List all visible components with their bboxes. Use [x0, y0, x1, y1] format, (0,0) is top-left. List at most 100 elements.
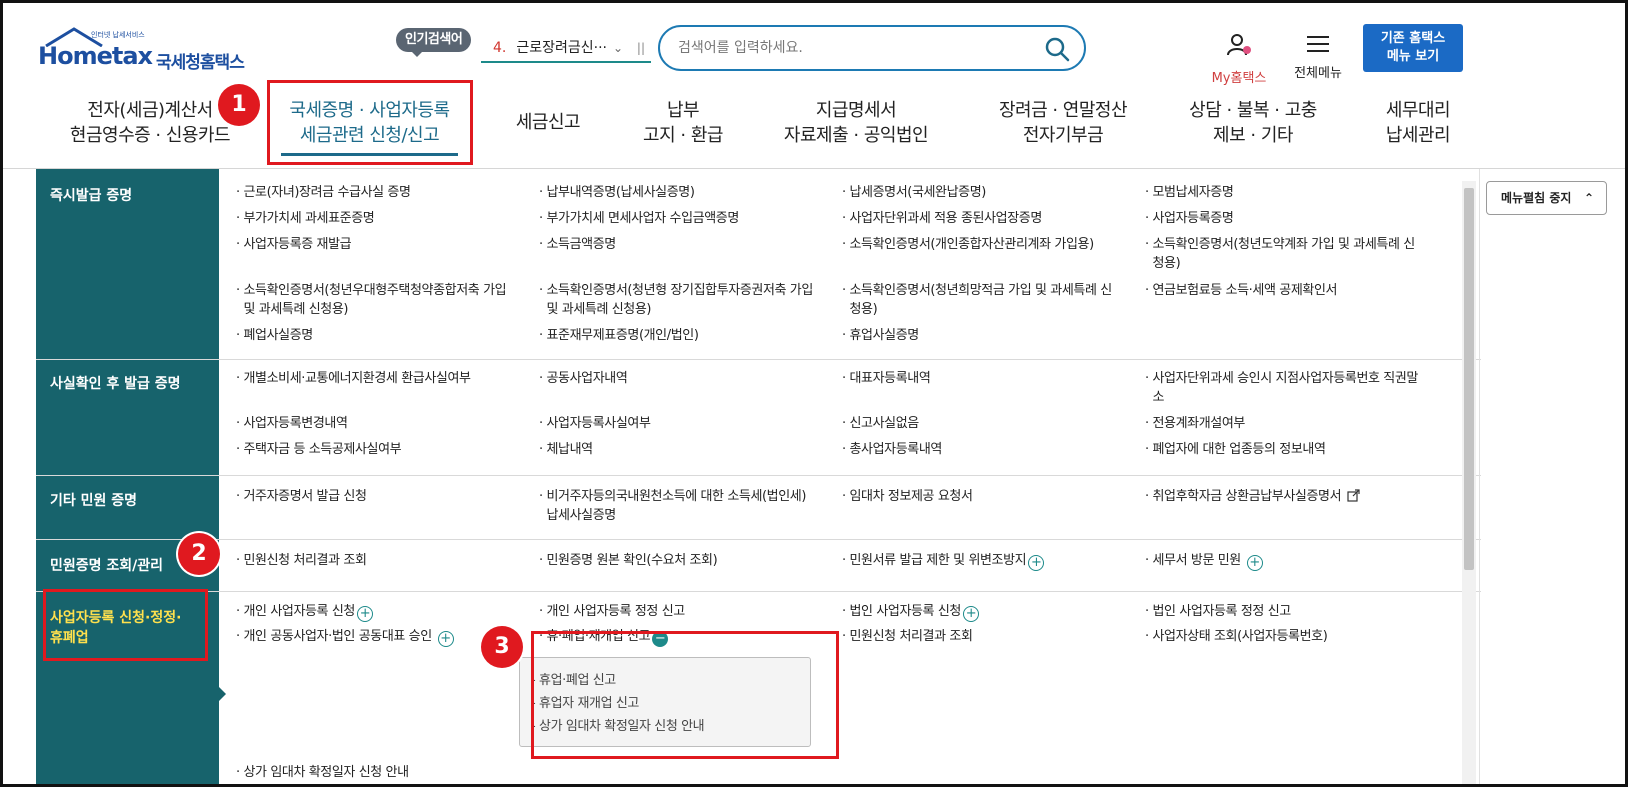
category-instant-issue[interactable]: 즉시발급 증명: [50, 186, 132, 206]
expand-plus-icon[interactable]: +: [1028, 555, 1045, 571]
old-btn-line2: 메뉴 보기: [1386, 49, 1440, 64]
nav-line: 고지 · 환급: [643, 125, 723, 146]
callout-3: 3: [481, 626, 523, 668]
menu-link[interactable]: · 휴업사실증명: [842, 326, 919, 345]
nav-line: 장려금 · 연말정산: [998, 100, 1128, 121]
menu-link[interactable]: · 부가가치세 면세사업자 수입금액증명: [539, 209, 739, 228]
menu-link[interactable]: · 민원증명 원본 확인(수요처 조회): [539, 551, 718, 570]
menu-link[interactable]: · 개인 공동사업자·법인 공동대표 승인 +: [236, 627, 454, 647]
menu-link[interactable]: · 공동사업자내역: [539, 369, 628, 388]
menu-link[interactable]: · 사업자단위과세 승인시 지점사업자등록번호 직권말 소: [1145, 369, 1418, 407]
expand-plus-icon[interactable]: +: [356, 606, 373, 622]
menu-link[interactable]: · 사업자등록사실여부: [539, 414, 651, 433]
popular-search-term[interactable]: 4. 근로장려금신··· ⌄ ||: [481, 33, 651, 63]
search-input[interactable]: [678, 37, 1038, 59]
menu-link[interactable]: · 취업후학자금 상환금납부사실증명서: [1145, 487, 1360, 506]
menu-link[interactable]: · 거주자증명서 발급 신청: [236, 487, 367, 506]
nav-line: 지급명세서: [815, 100, 897, 121]
nav-line: 세무대리: [1385, 100, 1451, 121]
user-icon: [1227, 34, 1251, 56]
menu-link[interactable]: · 신고사실없음: [842, 414, 919, 433]
nav-tax-filing[interactable]: 세금신고: [498, 110, 598, 135]
menu-link[interactable]: · 민원서류 발급 제한 및 위변조방지 +: [842, 551, 1045, 571]
old-btn-line1: 기존 홈택스: [1380, 31, 1446, 46]
chevron-down-icon[interactable]: ⌄: [613, 33, 623, 63]
nav-line: 납부: [666, 100, 700, 121]
menu-link[interactable]: · 법인 사업자등록 정정 신고: [1145, 602, 1291, 621]
nav-tax-agent[interactable]: 세무대리 납세관리: [1373, 98, 1463, 148]
menu-link[interactable]: · 사업자단위과세 적용 종된사업장증명: [842, 209, 1042, 228]
window-frame: 인터넷 납세서비스 Hometax 국세청홈택스 인기검색어 4. 근로장려금신·…: [0, 0, 1628, 787]
menu-expand-stop-button[interactable]: 메뉴펼침 중지 ⌃: [1486, 181, 1607, 215]
scrollbar-thumb[interactable]: [1464, 188, 1474, 570]
menu-link[interactable]: · 민원신청 처리결과 조회: [842, 627, 973, 646]
menu-link[interactable]: · 주택자금 등 소득공제사실여부: [236, 440, 402, 459]
search-icon[interactable]: [1044, 36, 1070, 62]
nav-payment[interactable]: 납부 고지 · 환급: [628, 98, 738, 148]
row-divider: [36, 359, 1481, 360]
menu-link[interactable]: · 민원신청 처리결과 조회: [236, 551, 367, 570]
hamburger-icon: [1307, 36, 1329, 52]
menu-link[interactable]: · 납부내역증명(납세사실증명): [539, 183, 695, 202]
menu-link[interactable]: · 소득확인증명서(개인종합자산관리계좌 가입용): [842, 235, 1094, 254]
category-confirm-issue[interactable]: 사실확인 후 발급 증명: [50, 374, 181, 394]
chevron-up-icon: ⌃: [1583, 191, 1594, 205]
logo-wordmark: Hometax: [38, 42, 153, 70]
menu-link[interactable]: · 모범납세자증명: [1145, 183, 1234, 202]
active-category-pointer: [219, 687, 226, 701]
category-sidebar: [36, 169, 219, 784]
menu-link[interactable]: · 부가가치세 과세표준증명: [236, 209, 375, 228]
menu-link[interactable]: · 소득확인증명서(청년희망적금 가입 및 과세특례 신 청용): [842, 281, 1112, 319]
menu-link[interactable]: · 폐업사실증명: [236, 326, 313, 345]
menu-link[interactable]: · 근로(자녀)장려금 수급사실 증명: [236, 183, 411, 202]
menu-link[interactable]: · 폐업자에 대한 업종등의 정보내역: [1145, 440, 1326, 459]
menu-link[interactable]: · 소득확인증명서(청년도약계좌 가입 및 과세특례 신 청용): [1145, 235, 1415, 273]
nav-line: 상담 · 불복 · 고충: [1189, 100, 1317, 121]
expand-plus-icon[interactable]: +: [1246, 555, 1263, 571]
highlight-box-submenu: [531, 631, 839, 759]
menu-link[interactable]: · 소득확인증명서(청년우대형주택청약종합저축 가입 및 과세특례 신청용): [236, 281, 507, 319]
menu-link[interactable]: · 개별소비세·교통에너지환경세 환급사실여부: [236, 369, 471, 388]
menu-link[interactable]: · 사업자등록변경내역: [236, 414, 348, 433]
menu-link[interactable]: · 체납내역: [539, 440, 593, 459]
my-hometax-label: My홈택스: [1211, 71, 1267, 86]
all-menu-button[interactable]: 전체메뉴: [1290, 36, 1346, 81]
my-hometax-button[interactable]: My홈택스: [1206, 33, 1272, 86]
nav-e-invoice[interactable]: 전자(세금)계산서 현금영수증 · 신용카드: [60, 98, 240, 148]
search-box: [658, 25, 1086, 71]
pause-icon[interactable]: ||: [637, 33, 645, 63]
external-link-icon: [1347, 489, 1360, 502]
nav-consultation[interactable]: 상담 · 불복 · 고충 제보 · 기타: [1173, 98, 1333, 148]
menu-link[interactable]: · 개인 사업자등록 정정 신고: [539, 602, 685, 621]
menu-link[interactable]: · 납세증명서(국세완납증명): [842, 183, 986, 202]
menu-link[interactable]: · 소득금액증명: [539, 235, 616, 254]
expand-plus-icon[interactable]: +: [962, 606, 979, 622]
expand-plus-icon[interactable]: +: [437, 631, 454, 647]
nav-incentive[interactable]: 장려금 · 연말정산 전자기부금: [983, 98, 1143, 148]
nav-line: 전자(세금)계산서: [87, 100, 213, 121]
menu-link[interactable]: · 비거주자등의국내원천소득에 대한 소득세(법인세) 납세사실증명: [539, 487, 806, 525]
menu-link[interactable]: · 대표자등록내역: [842, 369, 931, 388]
category-civil-inquiry[interactable]: 민원증명 조회/관리: [50, 556, 163, 576]
menu-link[interactable]: · 소득확인증명서(청년형 장기집합투자증권저축 가입 및 과세특례 신청용): [539, 281, 813, 319]
menu-link[interactable]: · 사업자등록증명: [1145, 209, 1234, 228]
highlight-box-category: [43, 589, 208, 661]
menu-link[interactable]: · 개인 사업자등록 신청 +: [236, 602, 373, 622]
hometax-logo[interactable]: 인터넷 납세서비스 Hometax 국세청홈택스: [38, 27, 253, 77]
callout-2: 2: [178, 533, 220, 575]
menu-link[interactable]: · 법인 사업자등록 신청 +: [842, 602, 979, 622]
menu-link[interactable]: · 상가 임대차 확정일자 신청 안내: [236, 763, 409, 782]
menu-link[interactable]: · 사업자상태 조회(사업자등록번호): [1145, 627, 1328, 646]
row-divider: [36, 591, 1481, 592]
nav-payment-statement[interactable]: 지급명세서 자료제출 · 공익법인: [771, 98, 941, 148]
menu-link[interactable]: · 세무서 방문 민원 +: [1145, 551, 1263, 571]
menu-link[interactable]: · 사업자등록증 재발급: [236, 235, 352, 254]
menu-link[interactable]: · 임대차 정보제공 요청서: [842, 487, 973, 506]
old-hometax-menu-button[interactable]: 기존 홈택스 메뉴 보기: [1363, 24, 1463, 72]
menu-link[interactable]: · 표준재무제표증명(개인/법인): [539, 326, 699, 345]
menu-link[interactable]: · 총사업자등록내역: [842, 440, 942, 459]
category-other-civil[interactable]: 기타 민원 증명: [50, 491, 137, 511]
row-divider: [36, 539, 1481, 540]
menu-link[interactable]: · 연금보험료등 소득·세액 공제확인서: [1145, 281, 1337, 300]
menu-link[interactable]: · 전용계좌개설여부: [1145, 414, 1245, 433]
